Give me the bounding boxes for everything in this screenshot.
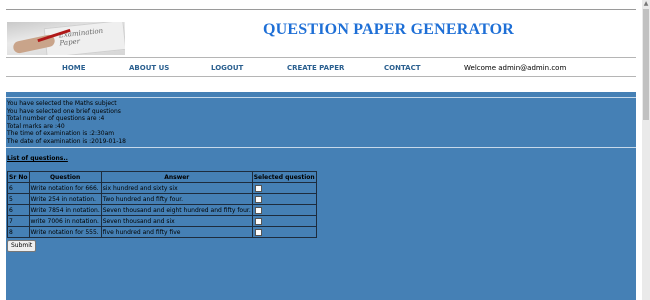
cell-answer: Seven thousand and six (100, 215, 253, 227)
nav-bottom-divider (6, 76, 636, 77)
cell-answer: six hundred and sixty six (100, 182, 253, 194)
cell-answer: Seven thousand and eight hundred and fif… (100, 204, 253, 216)
submit-button[interactable]: Submit (7, 240, 37, 252)
info-total-marks: Total marks are :40 (7, 122, 65, 130)
info-question-type: You have selected one brief questions (7, 107, 121, 115)
scroll-up-icon[interactable]: ▲ (642, 0, 650, 8)
page-title: QUESTION PAPER GENERATOR (263, 21, 515, 38)
cell-select (251, 182, 317, 194)
content-panel: You have selected the Maths subject You … (6, 92, 636, 300)
banner-image: Examination Paper (7, 22, 125, 55)
cell-select (251, 204, 317, 216)
table-row: 5 Write 254 in notation. Two hundred and… (7, 193, 317, 205)
cell-question: Write 254 in notation. (28, 193, 102, 205)
questions-table: Sr No Question Answer Selected question … (7, 171, 317, 238)
header-selected: Selected question (251, 171, 317, 183)
table-row: 7 write 7006 in notation. Seven thousand… (7, 215, 317, 227)
cell-question: Write 7854 in notation. (28, 204, 102, 216)
info-exam-time: The time of examination is :2:30am (7, 130, 115, 137)
nav-contact-link[interactable]: CONTACT (384, 64, 421, 72)
scrollbar-thumb[interactable] (643, 9, 649, 120)
top-divider (6, 9, 636, 10)
header-sr-no: Sr No (7, 171, 30, 183)
content-mid-rule (6, 147, 636, 148)
nav-create-paper-link[interactable]: CREATE PAPER (287, 64, 344, 72)
select-checkbox[interactable] (254, 206, 262, 214)
cell-sr-no: 5 (7, 193, 30, 205)
exam-info: You have selected the Maths subject You … (7, 100, 126, 145)
nav-home-link[interactable]: HOME (62, 64, 86, 72)
cell-question: write 7006 in notation. (28, 215, 102, 227)
welcome-text: Welcome admin@admin.com (464, 64, 567, 72)
question-list-title: List of questions.. (7, 155, 68, 162)
nav-about-link[interactable]: ABOUT US (129, 64, 169, 72)
cell-sr-no: 7 (7, 215, 30, 227)
info-subject: You have selected the Maths subject (7, 100, 117, 107)
table-header-row: Sr No Question Answer Selected question (7, 171, 317, 183)
select-checkbox[interactable] (254, 228, 262, 236)
info-exam-date: The date of examination is :2019-01-18 (7, 137, 126, 145)
table-row: 6 Write 7854 in notation. Seven thousand… (7, 204, 317, 216)
cell-sr-no: 6 (7, 182, 30, 194)
cell-select (251, 226, 317, 238)
select-checkbox[interactable] (254, 184, 262, 192)
cell-sr-no: 8 (7, 226, 30, 238)
cell-question: Write notation for 555. (28, 226, 102, 238)
cell-select (251, 193, 317, 205)
cell-answer: five hundred and fifty five (100, 226, 253, 238)
content-top-rule (6, 97, 636, 98)
vertical-scrollbar[interactable]: ▲ (642, 0, 650, 300)
cell-select (251, 215, 317, 227)
header-question: Question (28, 171, 102, 183)
header-answer: Answer (100, 171, 253, 183)
nav-logout-link[interactable]: LOGOUT (211, 64, 243, 72)
select-checkbox[interactable] (254, 195, 262, 203)
table-row: 8 Write notation for 555. five hundred a… (7, 226, 317, 238)
nav-top-divider (6, 57, 636, 58)
info-total-questions: Total number of questions are :4 (7, 115, 105, 122)
select-checkbox[interactable] (254, 217, 262, 225)
cell-question: Write notation for 666. (28, 182, 102, 194)
table-row: 6 Write notation for 666. six hundred an… (7, 182, 317, 194)
cell-sr-no: 6 (7, 204, 30, 216)
cell-answer: Two hundred and fifty four. (100, 193, 253, 205)
